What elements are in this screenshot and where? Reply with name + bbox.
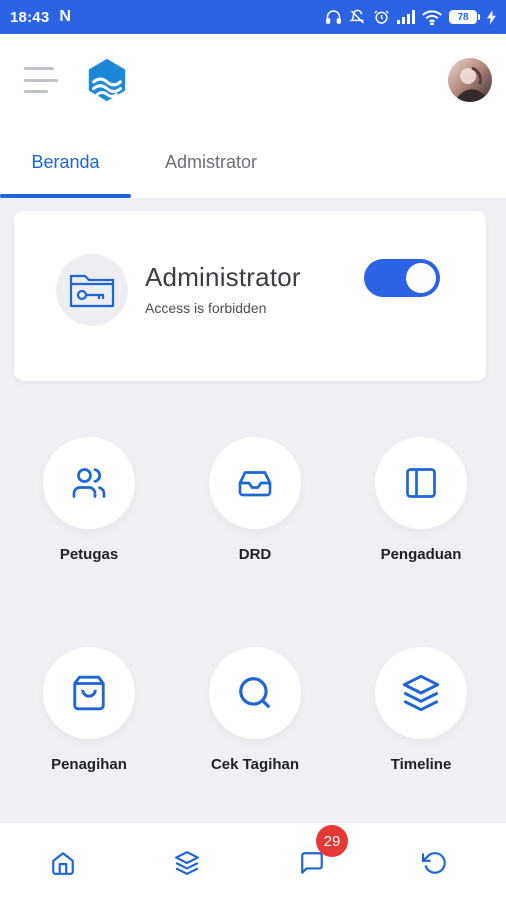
menu-icon-circle	[43, 647, 135, 739]
sidebar-icon	[406, 468, 436, 498]
admin-card: Administrator Access is forbidden	[14, 211, 486, 381]
menu-label: Petugas	[59, 546, 119, 563]
headphones-icon	[326, 10, 341, 24]
menu-item-pengaduan[interactable]: Pengaduan	[356, 437, 486, 563]
nav-layers[interactable]	[167, 843, 207, 883]
shopping-bag-icon	[73, 675, 105, 711]
admin-icon-wrapper	[56, 254, 128, 326]
toggle-knob	[406, 263, 436, 293]
menu-item-drd[interactable]: DRD	[190, 437, 320, 563]
menu-item-petugas[interactable]: Petugas	[24, 437, 154, 563]
admin-title: Administrator	[145, 262, 301, 292]
menu-label: Pengaduan	[380, 546, 462, 563]
home-icon	[52, 852, 74, 875]
tab-bar: Beranda Admistrator	[0, 126, 506, 198]
menu-icon[interactable]	[24, 67, 58, 93]
menu-label: Timeline	[390, 756, 452, 773]
charging-icon	[487, 9, 496, 25]
menu-label: DRD	[238, 546, 272, 563]
signal-icon	[397, 10, 415, 24]
status-bar: 18:43 N 78	[0, 0, 506, 34]
menu-icon-circle	[375, 647, 467, 739]
menu-item-penagihan[interactable]: Penagihan	[24, 647, 154, 773]
mute-icon	[349, 9, 365, 24]
battery-icon: 78	[449, 10, 480, 24]
users-icon	[72, 468, 106, 498]
inbox-icon	[238, 471, 272, 497]
folder-key-icon	[69, 274, 115, 308]
app-logo	[88, 58, 126, 102]
admin-toggle[interactable]	[364, 259, 440, 297]
nav-refresh[interactable]	[415, 843, 455, 883]
menu-icon-circle	[43, 437, 135, 529]
search-icon	[239, 677, 271, 709]
tab-administrator[interactable]: Admistrator	[131, 126, 291, 198]
status-icons: 78	[325, 9, 496, 25]
battery-level: 78	[449, 10, 477, 24]
layers-icon	[175, 851, 199, 875]
menu-item-cek-tagihan[interactable]: Cek Tagihan	[190, 647, 320, 773]
menu-icon-circle	[209, 437, 301, 529]
status-time: 18:43	[10, 8, 50, 26]
chat-badge: 29	[316, 825, 348, 857]
wifi-icon	[422, 9, 442, 25]
chat-icon	[301, 852, 323, 874]
menu-icon-circle	[375, 437, 467, 529]
app-bar	[0, 34, 506, 126]
nav-home[interactable]	[43, 843, 83, 883]
tab-beranda[interactable]: Beranda	[0, 126, 131, 198]
menu-icon-circle	[209, 647, 301, 739]
notification-n-icon: N	[59, 8, 71, 25]
refresh-icon	[422, 852, 446, 874]
alarm-icon	[374, 10, 389, 24]
avatar[interactable]	[448, 58, 492, 102]
menu-label: Penagihan	[51, 756, 127, 773]
bottom-nav	[0, 822, 506, 900]
layers-icon	[402, 674, 440, 712]
menu-item-timeline[interactable]: Timeline	[356, 647, 486, 773]
menu-label: Cek Tagihan	[210, 756, 300, 773]
admin-subtitle: Access is forbidden	[145, 300, 267, 316]
